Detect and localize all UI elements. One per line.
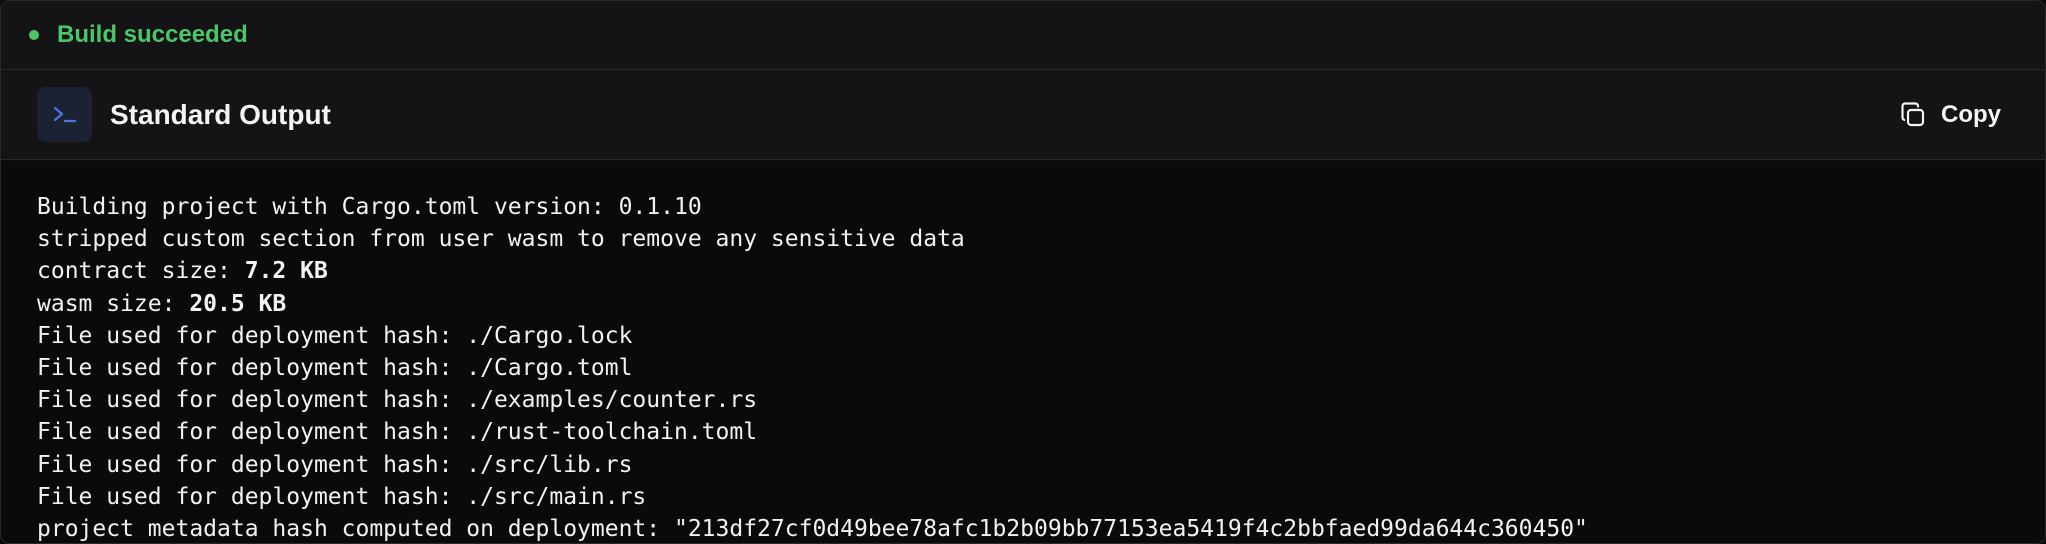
- terminal-prompt-icon: [37, 87, 92, 142]
- console-line: File used for deployment hash: ./src/mai…: [37, 483, 647, 510]
- output-header: Standard Output Copy: [1, 70, 2045, 160]
- build-status-text: Build succeeded: [57, 21, 248, 48]
- console-line: contract size: 7.2 KB: [37, 255, 2009, 287]
- console-line-label: contract size:: [37, 258, 245, 285]
- output-title: Standard Output: [110, 98, 331, 130]
- console-output[interactable]: Building project with Cargo.toml version…: [1, 161, 2045, 543]
- console-line: File used for deployment hash: ./Cargo.l…: [37, 322, 633, 349]
- console-line: File used for deployment hash: ./Cargo.t…: [37, 355, 633, 382]
- console-line: stripped custom section from user wasm t…: [37, 226, 965, 253]
- build-status-bar: Build succeeded: [1, 1, 2045, 70]
- copy-button-label: Copy: [1941, 100, 2001, 128]
- console-line-value: 20.5 KB: [189, 290, 287, 317]
- copy-icon: [1901, 101, 1925, 126]
- status-dot: [29, 30, 39, 40]
- build-output-panel: Build succeeded Standard Output Copy Bui…: [0, 0, 2046, 544]
- copy-button[interactable]: Copy: [1891, 97, 2009, 133]
- console-line-value: 7.2 KB: [244, 258, 328, 285]
- terminal-prompt-glyph: [53, 106, 76, 122]
- console-line: File used for deployment hash: ./rust-to…: [37, 419, 758, 446]
- console-line: project metadata hash computed on deploy…: [37, 516, 1588, 543]
- console-line-label: wasm size:: [37, 290, 190, 317]
- console-line: File used for deployment hash: ./example…: [37, 387, 758, 414]
- console-line: File used for deployment hash: ./src/lib…: [37, 451, 633, 478]
- console-line: Building project with Cargo.toml version…: [37, 194, 702, 220]
- console-line: wasm size: 20.5 KB: [37, 288, 2009, 320]
